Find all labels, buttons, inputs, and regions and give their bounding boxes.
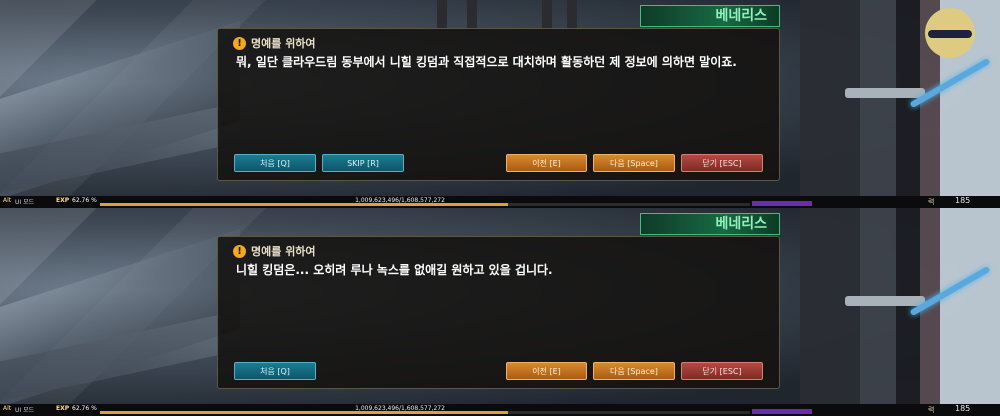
exclamation-icon: ! xyxy=(233,36,246,50)
npc-legs xyxy=(437,0,577,30)
next-button[interactable]: 다음 [Space] xyxy=(593,362,675,380)
exp-label: EXP xyxy=(56,197,70,204)
skip-button[interactable]: SKIP [R] xyxy=(322,154,404,172)
character-belt xyxy=(845,88,925,98)
bottom-hud: Alt UI 모드 EXP 62.76 % 1,009,623,496/1,60… xyxy=(0,404,1000,416)
dialog-title: 명예를 위하여 xyxy=(251,37,316,50)
level-label: 력 xyxy=(928,406,935,414)
exp-value: 1,009,623,496/1,608,577,272 xyxy=(355,405,445,412)
prev-button[interactable]: 이전 [E] xyxy=(506,362,587,380)
exp-percent: 62.76 % xyxy=(72,405,97,412)
exp-value: 1,009,623,496/1,608,577,272 xyxy=(355,197,445,204)
alt-label: Alt xyxy=(3,197,12,204)
character-sword xyxy=(909,265,991,317)
dialog-box: ! 명예를 위하여 니힐 킹덤은... 오히려 루나 녹스를 없애길 원하고 있… xyxy=(217,236,780,389)
bottom-hud: Alt UI 모드 EXP 62.76 % 1,009,623,496/1,60… xyxy=(0,196,1000,208)
character-visor xyxy=(928,30,972,38)
dialog-box: ! 명예를 위하여 뭐, 일단 클라우드림 동부에서 니힐 킹덤과 직접적으로 … xyxy=(217,28,780,181)
dialog-text: 니힐 킹덤은... 오히려 루나 녹스를 없애길 원하고 있을 겁니다. xyxy=(236,263,553,277)
first-button[interactable]: 처음 [Q] xyxy=(234,154,316,172)
dialog-text: 뭐, 일단 클라우드림 동부에서 니힐 킹덤과 직접적으로 대치하며 활동하던 … xyxy=(236,55,737,69)
next-button[interactable]: 다음 [Space] xyxy=(593,154,675,172)
ui-mode-button[interactable]: UI 모드 xyxy=(15,197,34,206)
close-button[interactable]: 닫기 [ESC] xyxy=(681,154,763,172)
exp-percent: 62.76 % xyxy=(72,197,97,204)
dialog-title: 명예를 위하여 xyxy=(251,245,316,258)
npc-name-plate: 베네리스 xyxy=(640,213,780,235)
close-button[interactable]: 닫기 [ESC] xyxy=(681,362,763,380)
alt-label: Alt xyxy=(3,405,12,412)
resource-bar xyxy=(752,201,812,206)
dialog-header: ! 명예를 위하여 xyxy=(233,243,316,259)
exp-label: EXP xyxy=(56,405,70,412)
first-button[interactable]: 처음 [Q] xyxy=(234,362,316,380)
resource-bar xyxy=(752,409,812,414)
character-belt xyxy=(845,296,925,306)
ui-mode-button[interactable]: UI 모드 xyxy=(15,405,34,414)
level-value: 185 xyxy=(955,196,971,205)
player-character xyxy=(800,0,1000,208)
dialog-screen-1: 베네리스 ! 명예를 위하여 뭐, 일단 클라우드림 동부에서 니힐 킹덤과 직… xyxy=(0,0,1000,208)
npc-name-plate: 베네리스 xyxy=(640,5,780,27)
dialog-screen-2: 베네리스 ! 명예를 위하여 니힐 킹덤은... 오히려 루나 녹스를 없애길 … xyxy=(0,208,1000,416)
exclamation-icon: ! xyxy=(233,244,246,258)
player-character xyxy=(800,208,1000,416)
character-sword xyxy=(909,57,991,109)
level-label: 력 xyxy=(928,198,935,206)
dialog-header: ! 명예를 위하여 xyxy=(233,35,316,51)
prev-button[interactable]: 이전 [E] xyxy=(506,154,587,172)
level-value: 185 xyxy=(955,404,971,413)
